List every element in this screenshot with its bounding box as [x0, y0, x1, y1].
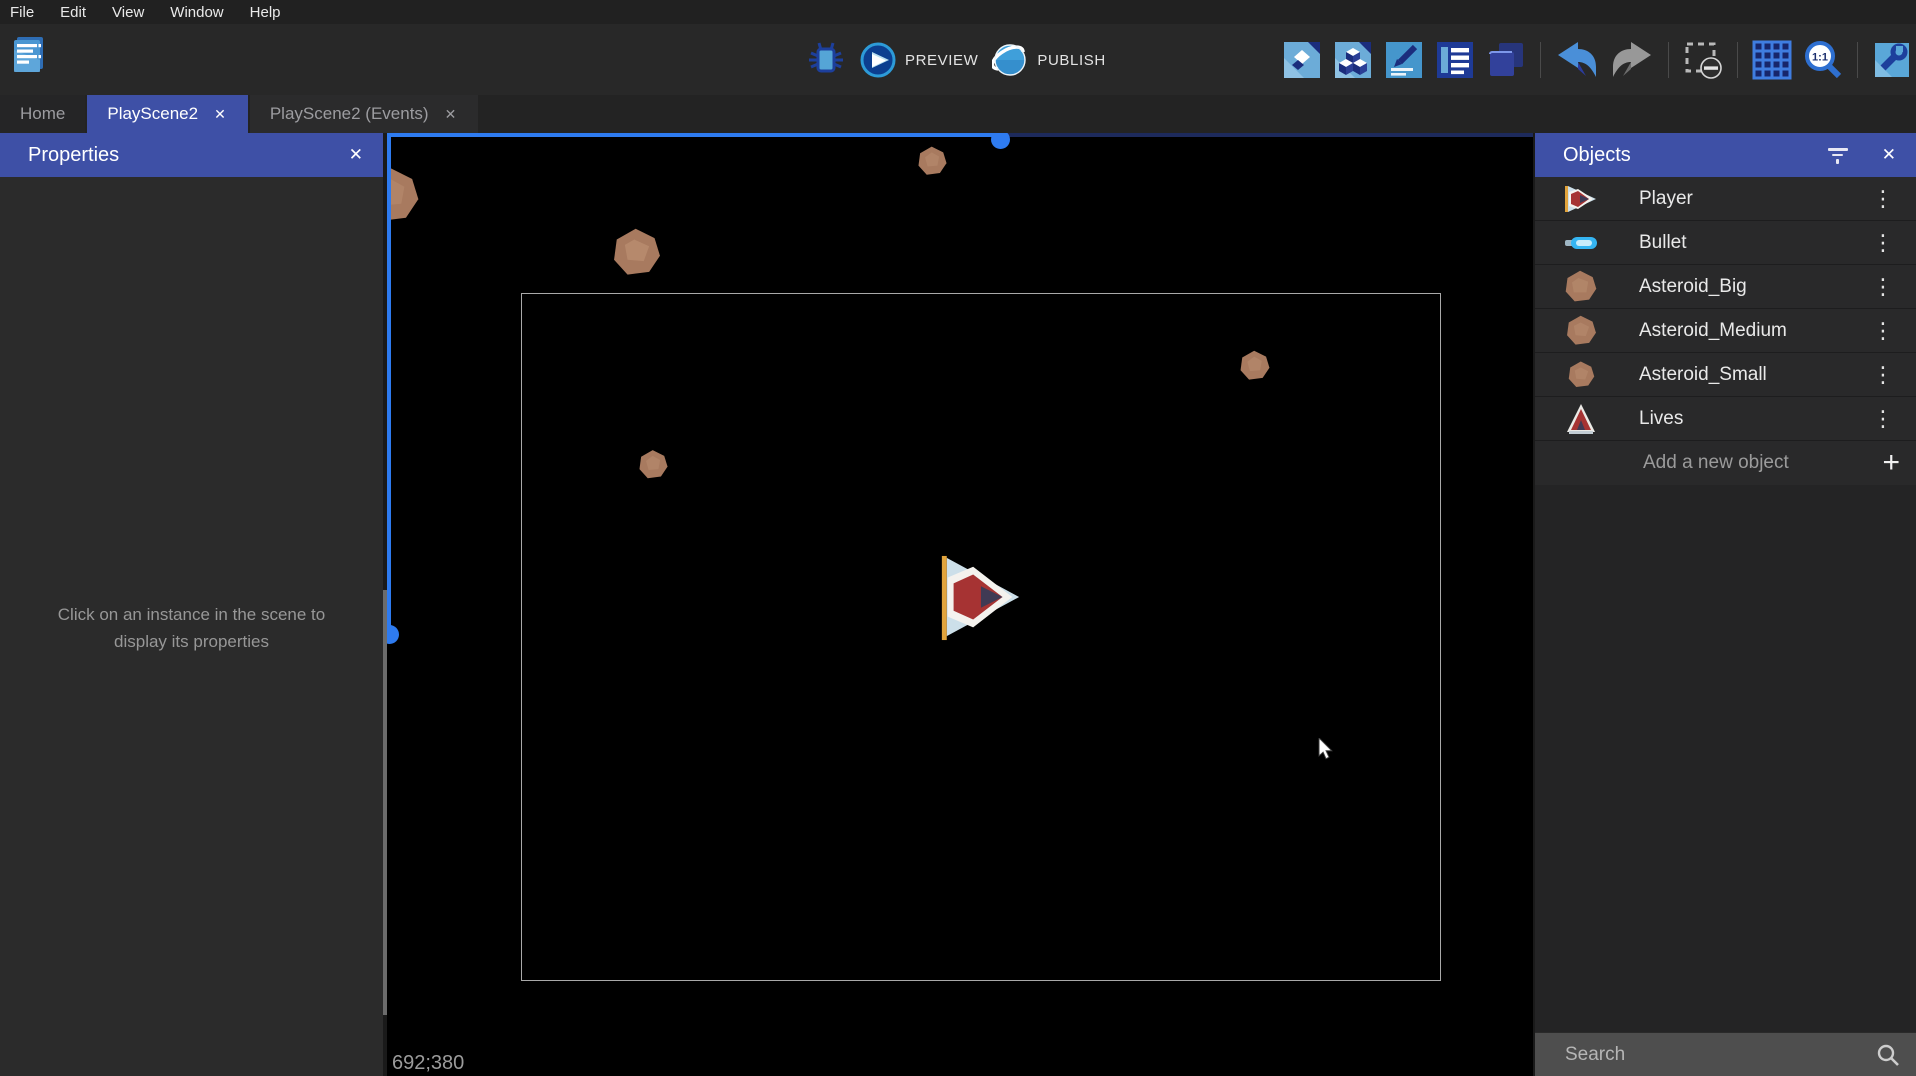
publish-label: PUBLISH — [1037, 52, 1105, 69]
object-name: Lives — [1639, 408, 1864, 430]
toolbar-separator — [1857, 42, 1858, 78]
object-row-asteroid-small[interactable]: Asteroid_Small ⋮ — [1535, 353, 1916, 397]
menu-item-help[interactable]: Help — [250, 4, 281, 21]
preview-button[interactable]: PREVIEW — [860, 42, 978, 78]
open-properties-icon[interactable] — [1384, 40, 1424, 80]
object-menu-icon[interactable]: ⋮ — [1864, 364, 1902, 386]
tab-label: PlayScene2 — [107, 104, 198, 124]
tabbar: Home PlayScene2 ✕ PlayScene2 (Events) ✕ — [0, 95, 1916, 133]
asteroid-instance[interactable] — [1238, 349, 1272, 383]
object-name: Asteroid_Small — [1639, 364, 1864, 386]
tab-playscene2[interactable]: PlayScene2 ✕ — [87, 95, 247, 133]
main-area: Properties ✕ Click on an instance in the… — [0, 133, 1916, 1076]
horizontal-scrollbar[interactable] — [387, 133, 1003, 137]
toggle-grid-icon[interactable] — [1752, 40, 1792, 80]
player-ship-instance[interactable] — [936, 554, 1024, 642]
properties-panel-header: Properties ✕ — [0, 133, 383, 177]
open-object-groups-icon[interactable] — [1333, 40, 1373, 80]
tab-home[interactable]: Home — [0, 95, 85, 133]
toolbar: PREVIEW PUBLISH — [0, 24, 1916, 95]
object-menu-icon[interactable]: ⋮ — [1864, 232, 1902, 254]
close-icon[interactable]: ✕ — [1876, 143, 1902, 167]
horizontal-scrollbar-handle[interactable] — [991, 133, 1010, 149]
object-row-player[interactable]: Player ⋮ — [1535, 177, 1916, 221]
properties-panel: Properties ✕ Click on an instance in the… — [0, 133, 383, 1076]
tab-label: Home — [20, 104, 65, 124]
menu-item-file[interactable]: File — [10, 4, 34, 21]
scene-canvas[interactable]: 692;380 — [387, 133, 1533, 1076]
open-layers-icon[interactable] — [1486, 40, 1526, 80]
asteroid-instance[interactable] — [387, 155, 423, 237]
filter-icon[interactable] — [1826, 146, 1850, 164]
object-menu-icon[interactable]: ⋮ — [1864, 408, 1902, 430]
asteroid-instance[interactable] — [916, 145, 949, 178]
objects-search-bar — [1535, 1032, 1916, 1076]
objects-panel: Objects ✕ Player ⋮ — [1535, 133, 1916, 1076]
properties-panel-body: Click on an instance in the scene to dis… — [0, 177, 383, 1076]
menu-item-view[interactable]: View — [112, 4, 144, 21]
add-object-label: Add a new object — [1643, 452, 1882, 474]
properties-placeholder-text: Click on an instance in the scene to dis… — [37, 601, 347, 661]
gdevelop-app: File Edit View Window Help — [0, 0, 1916, 1076]
object-menu-icon[interactable]: ⋮ — [1864, 320, 1902, 342]
object-name: Asteroid_Medium — [1639, 320, 1864, 342]
tab-playscene2-events[interactable]: PlayScene2 (Events) ✕ — [250, 95, 478, 133]
search-input[interactable] — [1535, 1044, 1876, 1066]
publish-button[interactable]: PUBLISH — [992, 42, 1105, 78]
close-icon[interactable]: ✕ — [343, 143, 369, 167]
vertical-scrollbar[interactable] — [387, 133, 391, 633]
player-ship-icon — [1559, 184, 1603, 214]
asteroid-small-icon — [1559, 360, 1603, 390]
tab-label: PlayScene2 (Events) — [270, 104, 429, 124]
object-row-asteroid-medium[interactable]: Asteroid_Medium ⋮ — [1535, 309, 1916, 353]
properties-panel-title: Properties — [28, 144, 343, 167]
object-row-asteroid-big[interactable]: Asteroid_Big ⋮ — [1535, 265, 1916, 309]
lives-ship-icon — [1559, 403, 1603, 435]
svg-text:1:1: 1:1 — [1812, 52, 1828, 64]
tab-close-icon[interactable]: ✕ — [443, 106, 459, 123]
toolbar-separator — [1540, 42, 1541, 78]
menu-item-window[interactable]: Window — [170, 4, 223, 21]
objects-panel-header: Objects ✕ — [1535, 133, 1916, 177]
object-row-lives[interactable]: Lives ⋮ — [1535, 397, 1916, 441]
menu-item-edit[interactable]: Edit — [60, 4, 86, 21]
redo-icon[interactable] — [1610, 40, 1654, 80]
object-row-bullet[interactable]: Bullet ⋮ — [1535, 221, 1916, 265]
vertical-scrollbar-handle[interactable] — [387, 625, 399, 644]
tab-close-icon[interactable]: ✕ — [212, 106, 228, 123]
zoom-1-1-icon[interactable]: 1:1 — [1803, 40, 1843, 80]
scene-settings-icon[interactable] — [1872, 40, 1912, 80]
open-instances-list-icon[interactable] — [1435, 40, 1475, 80]
asteroid-instance[interactable] — [610, 224, 664, 282]
open-objects-editor-icon[interactable] — [1282, 40, 1322, 80]
toolbar-center: PREVIEW PUBLISH — [806, 37, 1106, 83]
play-icon — [860, 42, 896, 78]
menubar: File Edit View Window Help — [0, 0, 1916, 24]
toolbar-separator — [1737, 42, 1738, 78]
cursor-coordinates: 692;380 — [392, 1052, 464, 1075]
objects-panel-title: Objects — [1563, 144, 1826, 167]
plus-icon[interactable]: + — [1882, 449, 1900, 477]
bullet-icon — [1559, 235, 1603, 251]
mouse-cursor — [1316, 738, 1336, 760]
object-name: Player — [1639, 188, 1864, 210]
asteroid-big-icon — [1559, 269, 1603, 305]
toolbar-right: 1:1 — [1282, 37, 1912, 83]
toolbar-separator — [1668, 42, 1669, 78]
object-name: Bullet — [1639, 232, 1864, 254]
search-icon — [1876, 1043, 1900, 1067]
object-name: Asteroid_Big — [1639, 276, 1864, 298]
undo-icon[interactable] — [1555, 40, 1599, 80]
preview-label: PREVIEW — [905, 52, 978, 69]
add-object-button[interactable]: Add a new object + — [1535, 441, 1916, 485]
asteroid-medium-icon — [1559, 314, 1603, 348]
object-menu-icon[interactable]: ⋮ — [1864, 188, 1902, 210]
gdevelop-logo — [9, 33, 49, 73]
publish-globe-icon — [992, 42, 1028, 78]
object-menu-icon[interactable]: ⋮ — [1864, 276, 1902, 298]
asteroid-instance[interactable] — [637, 448, 670, 482]
debug-icon[interactable] — [806, 40, 846, 80]
toggle-mask-icon[interactable] — [1683, 40, 1723, 80]
